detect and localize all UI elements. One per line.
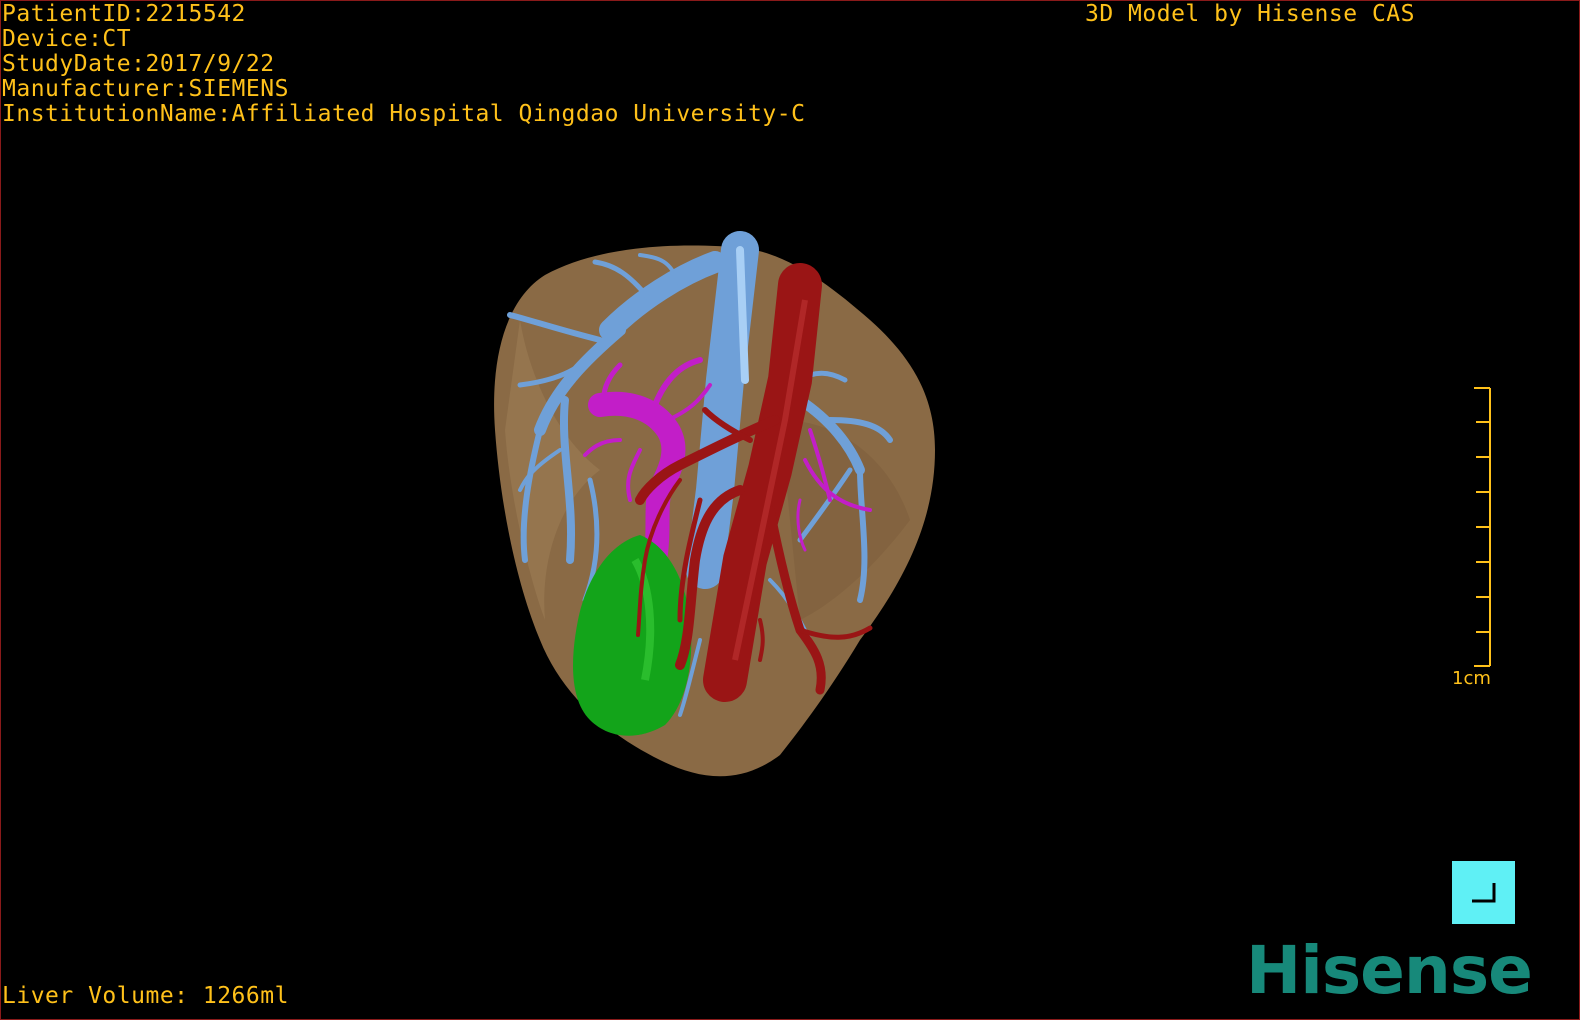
device: Device:CT [2, 26, 132, 52]
manufacturer: Manufacturer:SIEMENS [2, 76, 289, 102]
orientation-reset-icon [1472, 883, 1496, 903]
institution-name: InstitutionName:Affiliated Hospital Qing… [2, 101, 806, 127]
scale-label: 1cm [1452, 668, 1491, 689]
liver-volume: Liver Volume: 1266ml [2, 983, 289, 1009]
patient-id: PatientID:2215542 [2, 1, 246, 27]
orientation-reset-button[interactable] [1452, 861, 1515, 924]
model-credit: 3D Model by Hisense CAS [1085, 1, 1415, 27]
hisense-logo: Hisense [1246, 932, 1533, 1009]
3d-liver-model[interactable] [0, 0, 1580, 1020]
study-date: StudyDate:2017/9/22 [2, 51, 275, 77]
scale-bar [1474, 387, 1491, 667]
dicom-info-overlay: PatientID:2215542 Device:CT StudyDate:2017… [2, 2, 805, 127]
